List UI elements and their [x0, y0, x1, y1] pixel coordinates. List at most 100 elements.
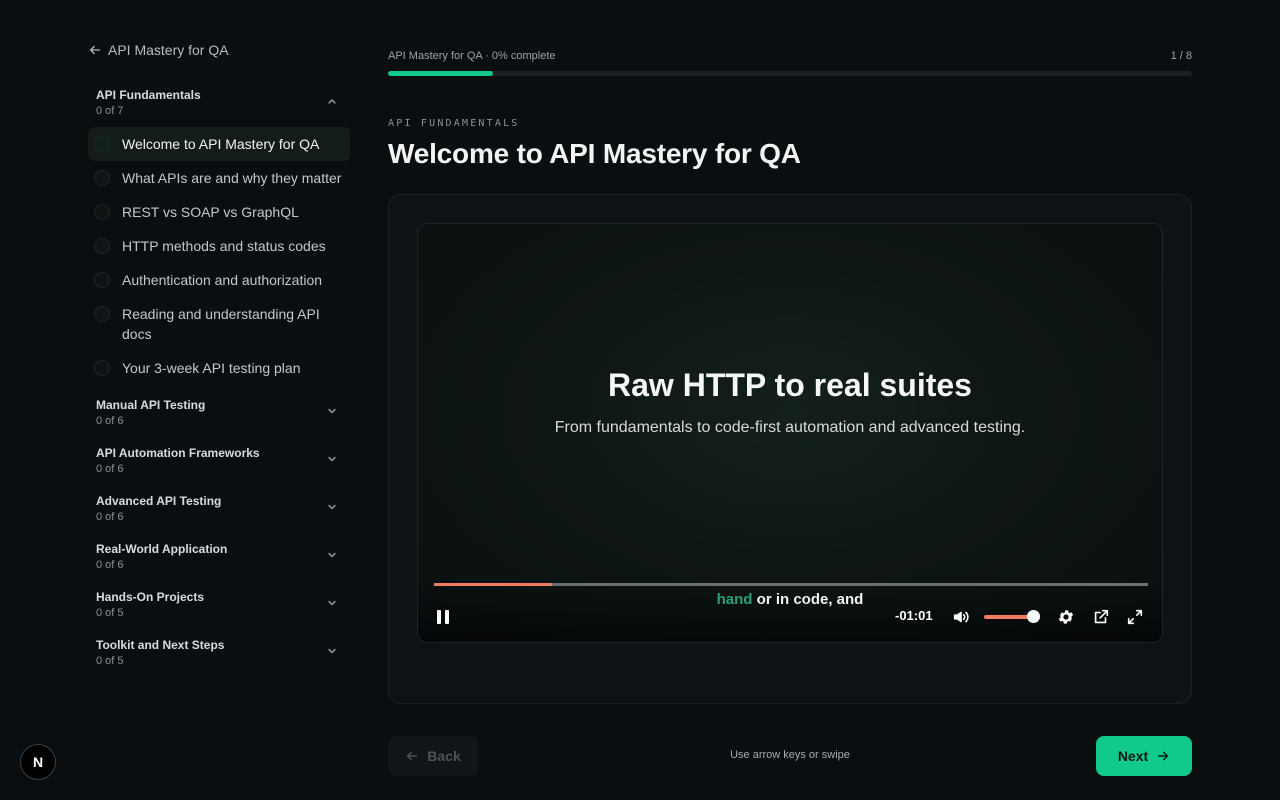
module-titles: API Fundamentals 0 of 7	[96, 88, 201, 117]
module-progress-count: 0 of 6	[96, 415, 124, 427]
lesson-item-label: REST vs SOAP vs GraphQL	[122, 204, 299, 220]
next-button-label: Next	[1117, 748, 1149, 764]
module-header[interactable]: Manual API Testing 0 of 6	[88, 392, 350, 433]
module-header[interactable]: API Automation Frameworks 0 of 6	[88, 440, 350, 481]
lesson-status-circle-icon	[94, 238, 110, 254]
chevron-down-icon	[328, 648, 336, 654]
lesson-item[interactable]: Authentication and authorization	[88, 263, 350, 297]
lesson-item[interactable]: REST vs SOAP vs GraphQL	[88, 195, 350, 229]
module-section: Hands-On Projects 0 of 5	[88, 584, 350, 625]
lesson-item-label: HTTP methods and status codes	[122, 238, 326, 254]
lesson-status-circle-icon	[94, 272, 110, 288]
lesson-status-circle-icon	[94, 360, 110, 376]
lesson-module-eyebrow: API FUNDAMENTALS	[388, 118, 520, 129]
time-remaining: -01:01	[895, 608, 933, 623]
chevron-down-icon	[328, 408, 336, 414]
lesson-status-circle-icon	[94, 170, 110, 186]
lesson-item[interactable]: Welcome to API Mastery for QA	[88, 127, 350, 161]
module-section: Toolkit and Next Steps 0 of 5	[88, 632, 350, 673]
module-progress-count: 0 of 5	[96, 655, 124, 667]
chevron-up-icon	[328, 99, 336, 104]
module-titles: API Automation Frameworks 0 of 6	[96, 446, 260, 475]
lesson-list: Welcome to API Mastery for QA What APIs a…	[88, 127, 350, 385]
video-headline: Raw HTTP to real suites	[608, 367, 972, 403]
gear-icon	[1058, 610, 1074, 624]
lesson-item-label: Your 3-week API testing plan	[122, 360, 301, 376]
module-header[interactable]: API Fundamentals 0 of 7	[88, 82, 350, 123]
module-progress-count: 0 of 6	[96, 463, 124, 475]
video-card: Raw HTTP to real suites From fundamental…	[388, 194, 1192, 704]
module-title: Toolkit and Next Steps	[96, 638, 225, 652]
progress-label: API Mastery for QA · 0% complete	[388, 50, 556, 62]
dev-tools-badge[interactable]: N	[20, 744, 56, 780]
volume-slider-handle[interactable]	[1026, 610, 1040, 623]
module-progress-count: 0 of 6	[96, 559, 124, 571]
course-progress-header: API Mastery for QA · 0% complete 1 / 8	[388, 50, 1192, 62]
lesson-item-label: Reading and understanding API docs	[122, 306, 320, 342]
step-counter: 1 / 8	[1170, 50, 1192, 62]
chevron-down-icon	[328, 456, 336, 462]
module-header[interactable]: Toolkit and Next Steps 0 of 5	[88, 632, 350, 673]
module-titles: Toolkit and Next Steps 0 of 5	[96, 638, 224, 667]
fullscreen-button[interactable]	[1126, 607, 1144, 627]
video-scrubber-played	[434, 583, 552, 586]
lesson-main: API Mastery for QA · 0% complete 1 / 8 A…	[388, 50, 1192, 704]
progress-bar	[388, 71, 1192, 76]
lesson-item-label: Welcome to API Mastery for QA	[122, 136, 320, 152]
mute-button[interactable]	[952, 607, 970, 627]
module-section: API Automation Frameworks 0 of 6	[88, 440, 350, 481]
module-header[interactable]: Real-World Application 0 of 6	[88, 536, 350, 577]
module-title: API Fundamentals	[96, 88, 201, 102]
module-progress-count: 0 of 6	[96, 511, 124, 523]
course-sidebar: API Mastery for QA API Fundamentals 0 of …	[88, 36, 350, 680]
settings-button[interactable]	[1057, 607, 1075, 627]
module-titles: Manual API Testing 0 of 6	[96, 398, 205, 427]
progress-bar-fill	[388, 71, 493, 76]
arrow-right-icon	[1158, 751, 1169, 761]
chevron-down-icon	[328, 552, 336, 558]
pause-icon	[437, 610, 449, 624]
navigation-hint: Use arrow keys or swipe	[730, 749, 850, 761]
module-titles: Advanced API Testing 0 of 6	[96, 494, 221, 523]
video-subtitle: From fundamentals to code-first automati…	[554, 419, 1026, 436]
back-link-label: API Mastery for QA	[108, 42, 229, 58]
video-scrubber[interactable]	[434, 583, 1148, 586]
module-progress-count: 0 of 7	[96, 105, 124, 117]
lesson-footer-nav: Back Use arrow keys or swipe Next	[388, 736, 1192, 776]
lesson-item[interactable]: Your 3-week API testing plan	[88, 351, 350, 385]
lesson-item[interactable]: What APIs are and why they matter	[88, 161, 350, 195]
module-titles: Real-World Application 0 of 6	[96, 542, 227, 571]
pause-button[interactable]	[434, 607, 452, 627]
module-section: Manual API Testing 0 of 6	[88, 392, 350, 433]
caption-text: or in code, and	[752, 591, 864, 608]
module-title: Hands-On Projects	[96, 590, 205, 604]
chevron-down-icon	[328, 504, 336, 510]
external-link-icon	[1094, 609, 1109, 624]
next-button[interactable]: Next	[1096, 736, 1192, 776]
volume-icon	[953, 611, 969, 623]
lesson-title: Welcome to API Mastery for QA	[388, 138, 801, 169]
module-title: API Automation Frameworks	[96, 446, 260, 460]
lesson-status-circle-icon	[94, 204, 110, 220]
module-section: Real-World Application 0 of 6	[88, 536, 350, 577]
module-header[interactable]: Hands-On Projects 0 of 5	[88, 584, 350, 625]
module-title: Manual API Testing	[96, 398, 206, 412]
module-titles: Hands-On Projects 0 of 5	[96, 590, 204, 619]
back-to-course-link[interactable]: API Mastery for QA	[88, 36, 350, 64]
module-section: API Fundamentals 0 of 7 Welcome to API Mas…	[88, 82, 350, 385]
lesson-status-circle-icon	[94, 136, 110, 152]
fullscreen-icon	[1127, 609, 1143, 625]
module-title: Advanced API Testing	[96, 494, 222, 508]
lesson-status-circle-icon	[94, 306, 110, 322]
arrow-left-icon	[89, 45, 101, 55]
lesson-item-label: What APIs are and why they matter	[122, 170, 342, 186]
popout-button[interactable]	[1092, 607, 1110, 627]
module-section: Advanced API Testing 0 of 6	[88, 488, 350, 529]
lesson-item[interactable]: Reading and understanding API docs	[88, 297, 350, 351]
lesson-item-label: Authentication and authorization	[122, 272, 323, 288]
lesson-item[interactable]: HTTP methods and status codes	[88, 229, 350, 263]
video-player[interactable]: Raw HTTP to real suites From fundamental…	[417, 223, 1163, 643]
page: API Mastery for QA API Fundamentals 0 of …	[0, 0, 1280, 800]
module-header[interactable]: Advanced API Testing 0 of 6	[88, 488, 350, 529]
module-progress-count: 0 of 5	[96, 607, 124, 619]
